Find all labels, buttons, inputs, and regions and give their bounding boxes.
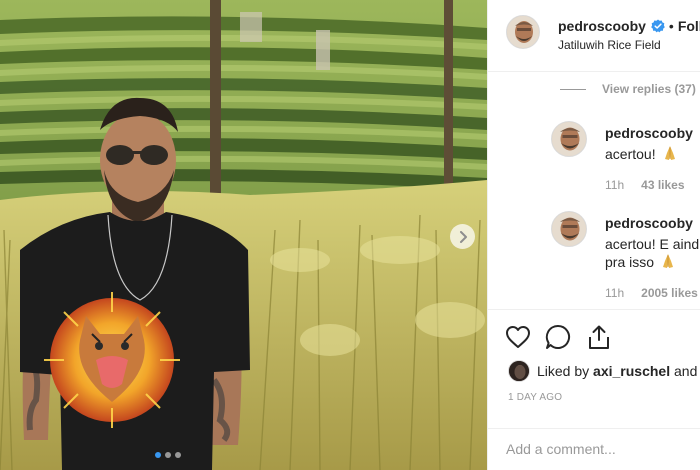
- add-comment-bar: [488, 428, 700, 470]
- post-actions-section: Liked by axi_ruschel and 1 DAY AGO: [488, 309, 700, 470]
- folded-hands-emoji-icon: [664, 146, 675, 160]
- verified-badge-icon: [651, 19, 665, 33]
- header-separator: •: [668, 18, 674, 34]
- comment-text-line: acertou!: [605, 146, 656, 162]
- comment-button[interactable]: [544, 323, 572, 351]
- post-header: pedroscooby • Foll Jatiluwih Rice Field: [488, 0, 700, 72]
- header-user-row: pedroscooby • Foll: [558, 18, 700, 34]
- share-button[interactable]: [585, 323, 613, 351]
- share-icon: [589, 325, 609, 349]
- post-photo[interactable]: [0, 0, 487, 470]
- liked-by-username[interactable]: axi_ruschel: [593, 363, 670, 379]
- view-replies-link[interactable]: View replies (37): [560, 82, 696, 96]
- comment-likes-count[interactable]: 43 likes: [641, 178, 684, 192]
- comment-text-line: pra isso: [605, 254, 655, 270]
- avatar[interactable]: [508, 360, 530, 382]
- folded-hands-emoji-icon: [663, 254, 674, 268]
- liked-by-prefix: Liked by: [537, 363, 594, 379]
- comment-meta: 11h 43 likes: [605, 178, 685, 192]
- carousel-dot: [165, 452, 171, 458]
- post-side-panel: pedroscooby • Foll Jatiluwih Rice Field …: [487, 0, 700, 470]
- chevron-right-icon: [459, 230, 467, 243]
- like-button[interactable]: [504, 323, 532, 351]
- carousel-dot: [175, 452, 181, 458]
- profile-photo-icon: [507, 16, 539, 48]
- add-comment-input[interactable]: [506, 441, 696, 457]
- post-timestamp[interactable]: 1 DAY AGO: [508, 392, 562, 403]
- view-replies-label: View replies (37): [602, 82, 696, 96]
- comment-icon: [545, 324, 570, 349]
- carousel-next-button[interactable]: [450, 224, 475, 249]
- post-author-username[interactable]: pedroscooby: [558, 18, 646, 34]
- profile-photo-icon: [552, 212, 586, 246]
- comment-text: pra isso: [605, 253, 676, 271]
- carousel-dot: [155, 452, 161, 458]
- instagram-post: pedroscooby • Foll Jatiluwih Rice Field …: [0, 0, 700, 470]
- heart-icon: [506, 326, 530, 348]
- photo-scene: [0, 0, 487, 470]
- comment-time[interactable]: 11h: [605, 178, 624, 192]
- follow-button[interactable]: Foll: [678, 18, 700, 34]
- comment-username[interactable]: pedroscooby: [605, 215, 693, 231]
- replies-divider-line: [560, 88, 586, 90]
- comment-text: acertou!: [605, 145, 678, 163]
- carousel-indicator: [155, 452, 181, 458]
- avatar[interactable]: [506, 15, 540, 49]
- avatar[interactable]: [551, 211, 587, 247]
- comment-text-line: acertou! E aind: [605, 236, 700, 252]
- comment-time[interactable]: 11h: [605, 286, 624, 300]
- comment-likes-count[interactable]: 2005 likes: [641, 286, 698, 300]
- avatar[interactable]: [551, 121, 587, 157]
- comment-username[interactable]: pedroscooby: [605, 125, 693, 141]
- profile-photo-icon: [552, 122, 586, 156]
- profile-photo-icon: [509, 361, 529, 381]
- comment-meta: 11h 2005 likes: [605, 286, 698, 300]
- liked-by-suffix: and: [670, 363, 698, 379]
- post-location[interactable]: Jatiluwih Rice Field: [558, 38, 661, 52]
- liked-by-text: Liked by axi_ruschel and: [537, 363, 697, 379]
- liked-by-row: Liked by axi_ruschel and: [508, 360, 697, 382]
